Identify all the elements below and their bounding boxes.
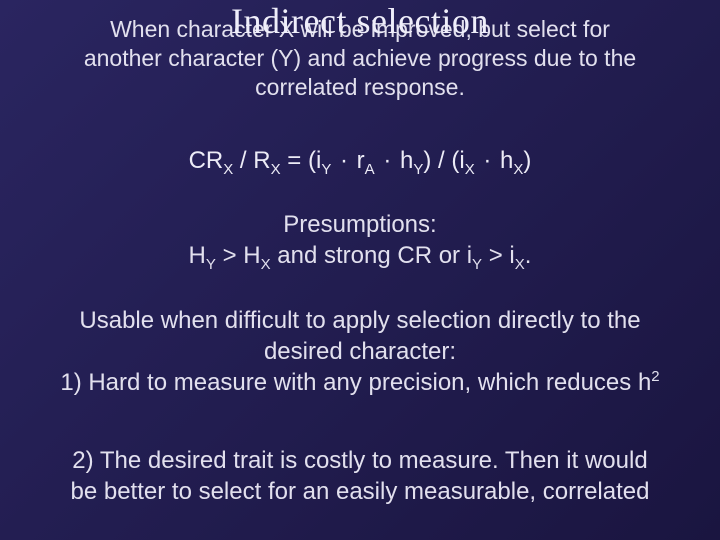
point-2-block: 2) The desired trait is costly to measur…: [0, 445, 720, 507]
p-hx-sub: X: [261, 256, 271, 273]
formula: CRX / RX = (iY · rA · hY) / (iX · hX): [0, 147, 720, 178]
f-mid: ) / (i: [423, 147, 464, 174]
p-iy-sub: Y: [472, 256, 482, 273]
f-hx: h: [500, 147, 513, 174]
f-ra: r: [357, 147, 365, 174]
usable-line-1: Usable when difficult to apply selection…: [79, 307, 640, 334]
f-cr-sub: X: [223, 161, 233, 178]
f-r-sub: X: [271, 161, 281, 178]
f-dot3: ·: [475, 147, 500, 174]
f-ra-sub: A: [365, 161, 375, 178]
p-ix-sub: X: [515, 256, 525, 273]
intro-line-2: another character (Y) and achieve progre…: [84, 45, 636, 71]
f-end: ): [523, 147, 531, 174]
p-hy-sub: Y: [206, 256, 216, 273]
f-dot1: ·: [331, 147, 356, 174]
usable-point-1: 1) Hard to measure with any precision, w…: [60, 369, 651, 396]
p-and: and strong CR or i: [271, 242, 472, 269]
f-r: R: [253, 147, 270, 174]
point-2-line-2: be better to select for an easily measur…: [71, 478, 650, 505]
slide: Indirect selection When character X will…: [0, 0, 720, 540]
usable-point-1-sup: 2: [651, 368, 659, 385]
p-period: .: [525, 242, 532, 269]
p-hx: H: [243, 242, 260, 269]
f-hx-sub: X: [513, 161, 523, 178]
p-gt2: > i: [482, 242, 515, 269]
f-iy-sub: Y: [321, 161, 331, 178]
presumptions-block: Presumptions: HY > HX and strong CR or i…: [0, 210, 720, 274]
usable-block: Usable when difficult to apply selection…: [0, 305, 720, 399]
f-eq: = (i: [281, 147, 322, 174]
point-2-line-1: 2) The desired trait is costly to measur…: [72, 447, 647, 474]
f-cr: CR: [189, 147, 224, 174]
p-hy: H: [189, 242, 206, 269]
f-hy: h: [400, 147, 413, 174]
f-hy-sub: Y: [413, 161, 423, 178]
intro-line-3: correlated response.: [255, 74, 465, 100]
slide-title: Indirect selection: [0, 0, 720, 42]
p-gt: >: [216, 242, 243, 269]
usable-line-2: desired character:: [264, 338, 456, 365]
presumptions-label: Presumptions:: [283, 211, 436, 238]
f-dot2: ·: [375, 147, 400, 174]
f-slash: /: [233, 147, 253, 174]
f-ix-sub: X: [465, 161, 475, 178]
